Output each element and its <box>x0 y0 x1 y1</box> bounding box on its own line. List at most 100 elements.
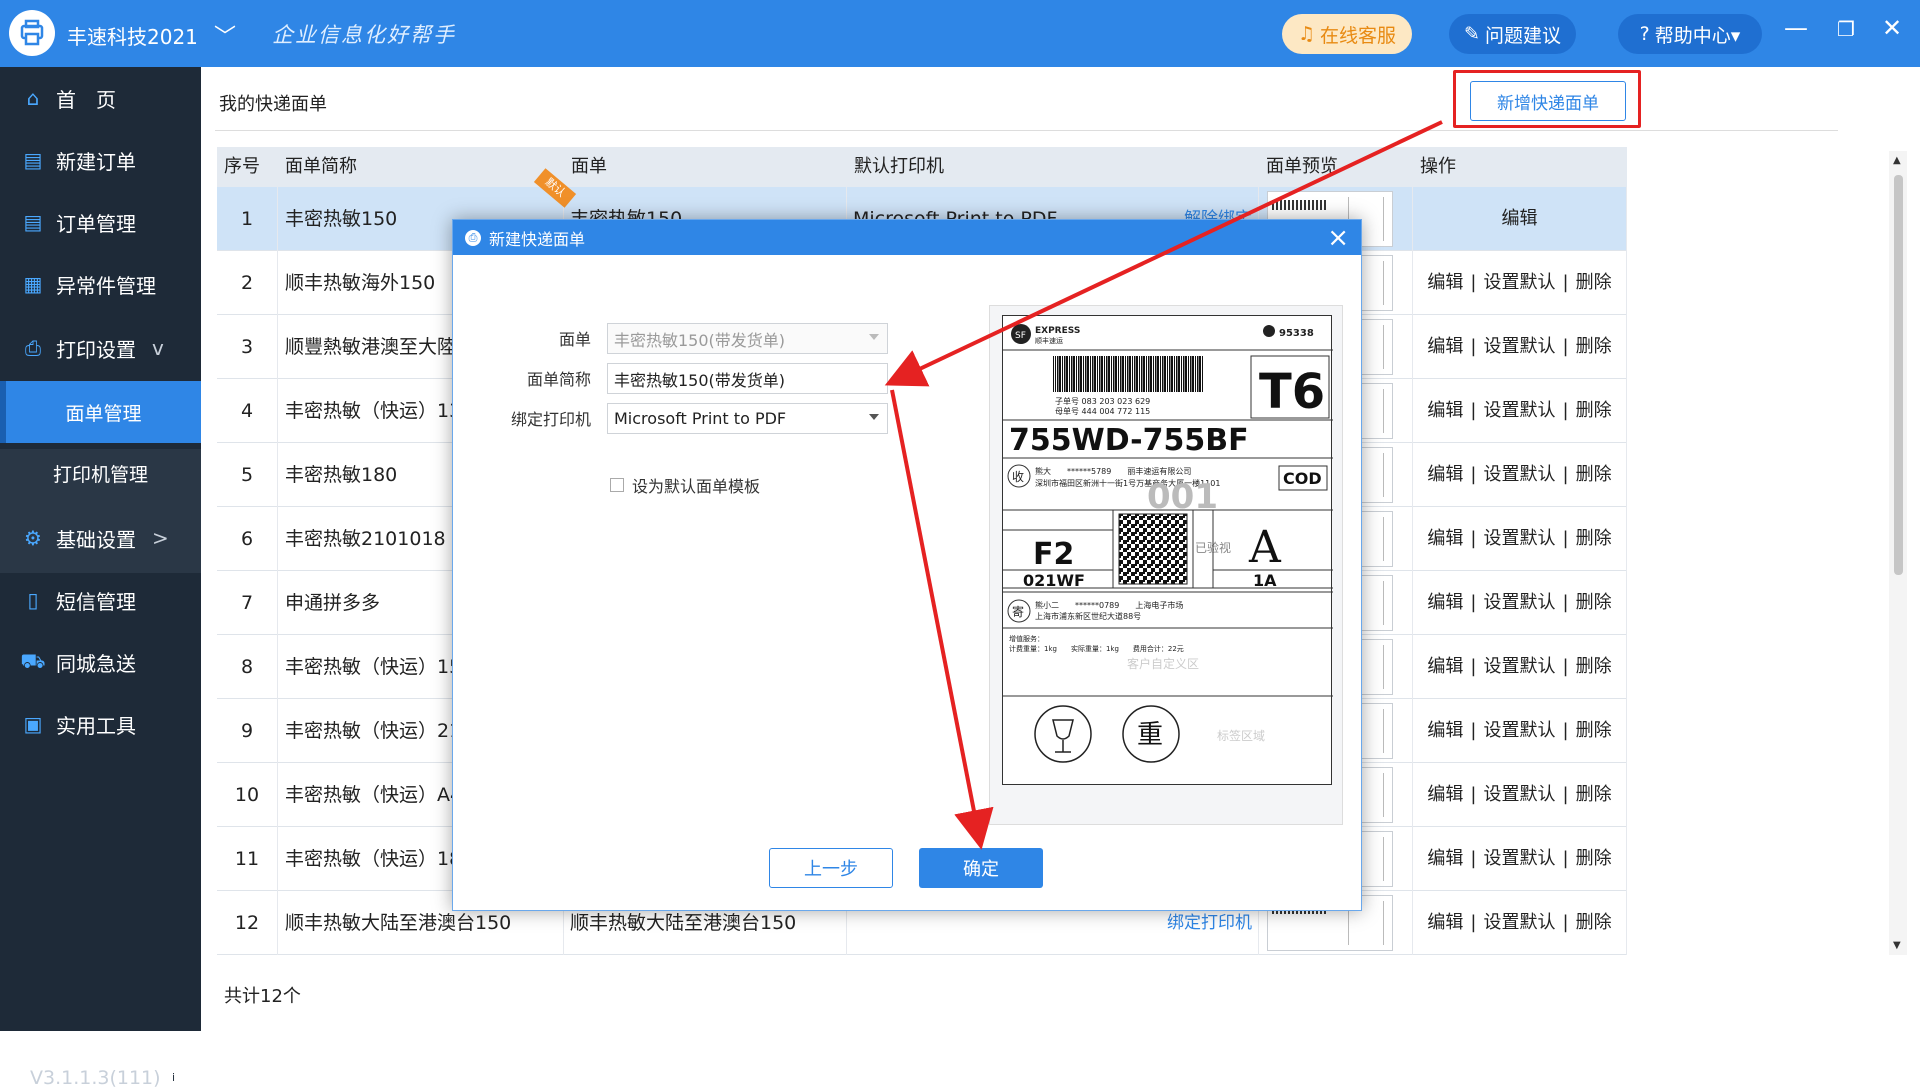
delete-link[interactable]: 删除 <box>1576 272 1612 293</box>
sidebar-item-same-city[interactable]: ⛟ 同城急送 <box>0 631 201 693</box>
edit-link[interactable]: 编辑 <box>1427 848 1463 869</box>
row-actions: 编辑 | 设置默认 | 删除 <box>1413 827 1627 891</box>
delete-link[interactable]: 删除 <box>1576 848 1612 869</box>
edit-link[interactable]: 编辑 <box>1427 784 1463 805</box>
edit-link[interactable]: 编辑 <box>1427 656 1463 677</box>
caret-down-icon <box>869 414 879 420</box>
set-default-link[interactable]: 设置默认 <box>1484 656 1556 677</box>
sidebar-item-label: 订单管理 <box>56 211 136 236</box>
sidebar-subitem-printer-management[interactable]: 打印机管理 <box>0 442 201 504</box>
sidebar-item-home[interactable]: ⌂ 首 页 <box>0 67 201 129</box>
checkbox[interactable] <box>610 478 624 492</box>
set-default-link[interactable]: 设置默认 <box>1484 912 1556 933</box>
separator: | <box>1470 464 1477 485</box>
separator: | <box>1562 400 1569 421</box>
delete-link[interactable]: 删除 <box>1576 720 1612 741</box>
chevron-down-icon[interactable]: ﹀ <box>214 19 236 51</box>
feedback-button[interactable]: ✎ 问题建议 <box>1449 14 1576 54</box>
sidebar-item-label: 基础设置 <box>56 527 136 552</box>
delete-link[interactable]: 删除 <box>1576 336 1612 357</box>
delete-link[interactable]: 删除 <box>1576 912 1612 933</box>
close-icon[interactable]: ✕ <box>1874 14 1910 42</box>
edit-link[interactable]: 编辑 <box>1427 400 1463 421</box>
edit-link[interactable]: 编辑 <box>1427 720 1463 741</box>
waybill-custom-area: 客户自定义区 <box>1127 656 1199 671</box>
waybill-receiver-tag: 收 <box>1012 470 1024 484</box>
edit-link[interactable]: 编辑 <box>1502 208 1538 229</box>
waybill-note-1: 增值服务： <box>1009 634 1044 643</box>
edit-link[interactable]: 编辑 <box>1427 912 1463 933</box>
sidebar-item-sms[interactable]: ▯ 短信管理 <box>0 569 201 631</box>
waybill-receiver-line-1: 熊大 ******5789 丽丰速运有限公司 <box>1035 466 1191 476</box>
scrollbar-thumb[interactable] <box>1894 175 1903 575</box>
delete-link[interactable]: 删除 <box>1576 656 1612 677</box>
edit-link[interactable]: 编辑 <box>1427 336 1463 357</box>
column-header: 序号 <box>224 156 260 177</box>
edit-link[interactable]: 编辑 <box>1427 528 1463 549</box>
short-name-input[interactable]: 丰密热敏150(带发货单) <box>607 363 888 394</box>
toolbox-icon: ▣ <box>23 712 43 736</box>
waybill-route-code: 755WD-755BF <box>1009 423 1249 458</box>
set-default-link[interactable]: 设置默认 <box>1484 848 1556 869</box>
row-actions: 编辑 | 设置默认 | 删除 <box>1413 763 1627 827</box>
row-actions: 编辑 | 设置默认 | 删除 <box>1413 443 1627 507</box>
set-default-link[interactable]: 设置默认 <box>1484 784 1556 805</box>
delete-link[interactable]: 删除 <box>1576 784 1612 805</box>
help-center-label: 帮助中心▾ <box>1654 24 1741 47</box>
info-icon[interactable]: i <box>166 1071 181 1085</box>
checkbox-label: 设为默认面单模板 <box>632 477 761 496</box>
waybill-brand: EXPRESS <box>1035 326 1080 336</box>
set-default-link[interactable]: 设置默认 <box>1484 336 1556 357</box>
row-number: 12 <box>217 891 278 955</box>
set-default-link[interactable]: 设置默认 <box>1484 720 1556 741</box>
sidebar-item-new-order[interactable]: ▤ 新建订单 <box>0 129 201 191</box>
sidebar-item-tools[interactable]: ▣ 实用工具 <box>0 693 201 755</box>
edit-link[interactable]: 编辑 <box>1427 464 1463 485</box>
sidebar-subitem-form-management[interactable]: 面单管理 <box>0 381 201 443</box>
sidebar-item-print-settings[interactable]: ⎙ 打印设置 v <box>0 317 201 379</box>
delete-link[interactable]: 删除 <box>1576 464 1612 485</box>
set-default-link[interactable]: 设置默认 <box>1484 592 1556 613</box>
set-default-link[interactable]: 设置默认 <box>1484 464 1556 485</box>
printer-select[interactable]: Microsoft Print to PDF <box>607 403 888 434</box>
row-number: 5 <box>217 443 278 507</box>
sidebar-item-exceptions[interactable]: ▦ 异常件管理 <box>0 253 201 315</box>
delete-link[interactable]: 删除 <box>1576 592 1612 613</box>
row-actions: 编辑 | 设置默认 | 删除 <box>1413 315 1627 379</box>
scroll-up-icon[interactable]: ▲ <box>1893 155 1901 166</box>
restore-icon[interactable]: ❐ <box>1828 17 1864 41</box>
row-number: 10 <box>217 763 278 827</box>
question-icon: ? <box>1639 23 1650 45</box>
vertical-scrollbar[interactable]: ▲ ▼ <box>1889 151 1907 955</box>
separator: | <box>1562 720 1569 741</box>
field-label: 绑定打印机 <box>510 410 591 429</box>
headset-icon: ♫ <box>1297 23 1316 45</box>
row-actions: 编辑 | 设置默认 | 删除 <box>1413 571 1627 635</box>
app-name: 丰速科技2021 <box>67 25 198 49</box>
add-form-button[interactable]: 新增快递面单 <box>1470 81 1626 121</box>
edit-link[interactable]: 编辑 <box>1427 272 1463 293</box>
sidebar-item-orders[interactable]: ▤ 订单管理 <box>0 191 201 253</box>
row-number: 8 <box>217 635 278 699</box>
sidebar-item-basic-settings[interactable]: ⚙ 基础设置 > <box>0 507 201 569</box>
delete-link[interactable]: 删除 <box>1576 400 1612 421</box>
close-icon[interactable]: × <box>1327 223 1349 253</box>
version-label: V3.1.1.3(111) <box>30 1067 161 1089</box>
default-template-checkbox[interactable]: 设为默认面单模板 <box>610 473 760 497</box>
waybill-dest-code: F2 <box>1033 537 1074 572</box>
set-default-link[interactable]: 设置默认 <box>1484 528 1556 549</box>
edit-link[interactable]: 编辑 <box>1427 592 1463 613</box>
set-default-link[interactable]: 设置默认 <box>1484 272 1556 293</box>
delete-link[interactable]: 删除 <box>1576 528 1612 549</box>
customer-service-button[interactable]: ♫ 在线客服 <box>1282 14 1412 54</box>
confirm-button[interactable]: 确定 <box>919 848 1043 888</box>
waybill-label: SF EXPRESS 顺丰速运 95338 子单号 083 203 023 62… <box>1002 315 1333 785</box>
app-logo <box>9 10 55 56</box>
sidebar-item-label: 打印设置 <box>56 337 136 362</box>
form-row-template: 面单 <box>453 321 599 355</box>
help-center-button[interactable]: ? 帮助中心▾ <box>1618 14 1762 54</box>
set-default-link[interactable]: 设置默认 <box>1484 400 1556 421</box>
minimize-icon[interactable]: — <box>1778 14 1814 42</box>
scroll-down-icon[interactable]: ▼ <box>1893 940 1901 951</box>
previous-step-button[interactable]: 上一步 <box>769 848 893 888</box>
